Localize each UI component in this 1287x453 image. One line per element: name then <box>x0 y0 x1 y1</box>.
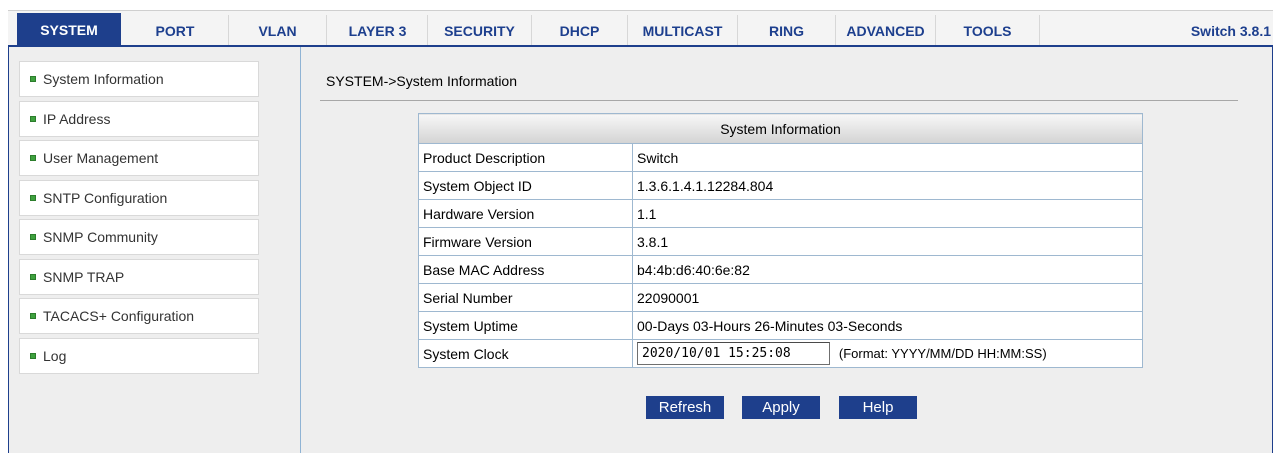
row-value: 1.1 <box>632 199 1143 228</box>
table-row: Base MAC Address b4:4b:d6:40:6e:82 <box>418 255 1143 284</box>
sidebar-item-label: IP Address <box>43 111 111 127</box>
refresh-button[interactable]: Refresh <box>646 396 724 419</box>
bullet-icon <box>30 313 36 319</box>
row-label: Hardware Version <box>418 199 633 228</box>
tab-layer3[interactable]: LAYER 3 <box>328 15 428 47</box>
frame-right-border <box>1272 47 1273 453</box>
bullet-icon <box>30 353 36 359</box>
sidebar-item-log[interactable]: Log <box>19 338 259 374</box>
row-label: System Object ID <box>418 171 633 200</box>
sidebar-item-label: SNMP TRAP <box>43 269 125 285</box>
sidebar-item-label: User Management <box>43 150 159 166</box>
bullet-icon <box>30 234 36 240</box>
bullet-icon <box>30 116 36 122</box>
bullet-icon <box>30 155 36 161</box>
table-row-system-clock: System Clock (Format: YYYY/MM/DD HH:MM:S… <box>418 339 1143 368</box>
row-value: (Format: YYYY/MM/DD HH:MM:SS) <box>632 339 1143 368</box>
system-clock-input[interactable] <box>637 342 830 365</box>
row-value: 1.3.6.1.4.1.12284.804 <box>632 171 1143 200</box>
apply-button[interactable]: Apply <box>742 396 820 419</box>
table-row: Product Description Switch <box>418 143 1143 172</box>
firmware-version-label: Switch 3.8.1 <box>1190 23 1271 39</box>
table-row: Serial Number 22090001 <box>418 283 1143 312</box>
tab-multicast[interactable]: MULTICAST <box>628 15 738 47</box>
top-nav: SYSTEM PORT VLAN LAYER 3 SECURITY DHCP M… <box>8 10 1273 47</box>
table-row: System Uptime 00-Days 03-Hours 26-Minute… <box>418 311 1143 340</box>
clock-format-hint: (Format: YYYY/MM/DD HH:MM:SS) <box>838 346 1047 361</box>
sidebar-item-label: Log <box>43 348 67 364</box>
row-value: 3.8.1 <box>632 227 1143 256</box>
tab-dhcp[interactable]: DHCP <box>532 15 628 47</box>
tab-port[interactable]: PORT <box>122 15 229 47</box>
table-title: System Information <box>418 113 1143 144</box>
row-value: Switch <box>632 143 1143 172</box>
bullet-icon <box>30 76 36 82</box>
row-label: System Clock <box>418 339 633 368</box>
row-label: Serial Number <box>418 283 633 312</box>
row-value: b4:4b:d6:40:6e:82 <box>632 255 1143 284</box>
tab-ring[interactable]: RING <box>738 15 836 47</box>
bullet-icon <box>30 274 36 280</box>
table-row: Firmware Version 3.8.1 <box>418 227 1143 256</box>
bullet-icon <box>30 195 36 201</box>
row-label: Firmware Version <box>418 227 633 256</box>
sidebar-item-user-management[interactable]: User Management <box>19 140 259 176</box>
sidebar-divider <box>300 47 301 453</box>
table-row: System Object ID 1.3.6.1.4.1.12284.804 <box>418 171 1143 200</box>
row-label: Product Description <box>418 143 633 172</box>
sidebar-item-label: SNTP Configuration <box>43 190 168 206</box>
table-header-row: System Information <box>418 113 1143 144</box>
sidebar-item-tacacs-configuration[interactable]: TACACS+ Configuration <box>19 298 259 334</box>
row-value: 00-Days 03-Hours 26-Minutes 03-Seconds <box>632 311 1143 340</box>
tab-security[interactable]: SECURITY <box>428 15 532 47</box>
row-label: Base MAC Address <box>418 255 633 284</box>
sidebar-item-sntp-configuration[interactable]: SNTP Configuration <box>19 180 259 216</box>
sidebar-item-label: TACACS+ Configuration <box>43 308 195 324</box>
sidebar-item-system-information[interactable]: System Information <box>19 61 259 97</box>
tab-tools[interactable]: TOOLS <box>936 15 1040 47</box>
sidebar-item-ip-address[interactable]: IP Address <box>19 101 259 137</box>
tab-advanced[interactable]: ADVANCED <box>836 15 936 47</box>
sidebar-item-label: SNMP Community <box>43 229 158 245</box>
row-value: 22090001 <box>632 283 1143 312</box>
header-divider <box>320 100 1238 101</box>
table-row: Hardware Version 1.1 <box>418 199 1143 228</box>
help-button[interactable]: Help <box>839 396 917 419</box>
sidebar-item-snmp-trap[interactable]: SNMP TRAP <box>19 259 259 295</box>
frame-left-border <box>8 47 9 453</box>
tab-system[interactable]: SYSTEM <box>17 13 121 47</box>
sidebar-item-snmp-community[interactable]: SNMP Community <box>19 219 259 255</box>
breadcrumb: SYSTEM->System Information <box>326 73 518 89</box>
system-information-table: System Information Product Description S… <box>418 113 1143 368</box>
row-label: System Uptime <box>418 311 633 340</box>
tab-vlan[interactable]: VLAN <box>229 15 327 47</box>
sidebar-item-label: System Information <box>43 71 164 87</box>
